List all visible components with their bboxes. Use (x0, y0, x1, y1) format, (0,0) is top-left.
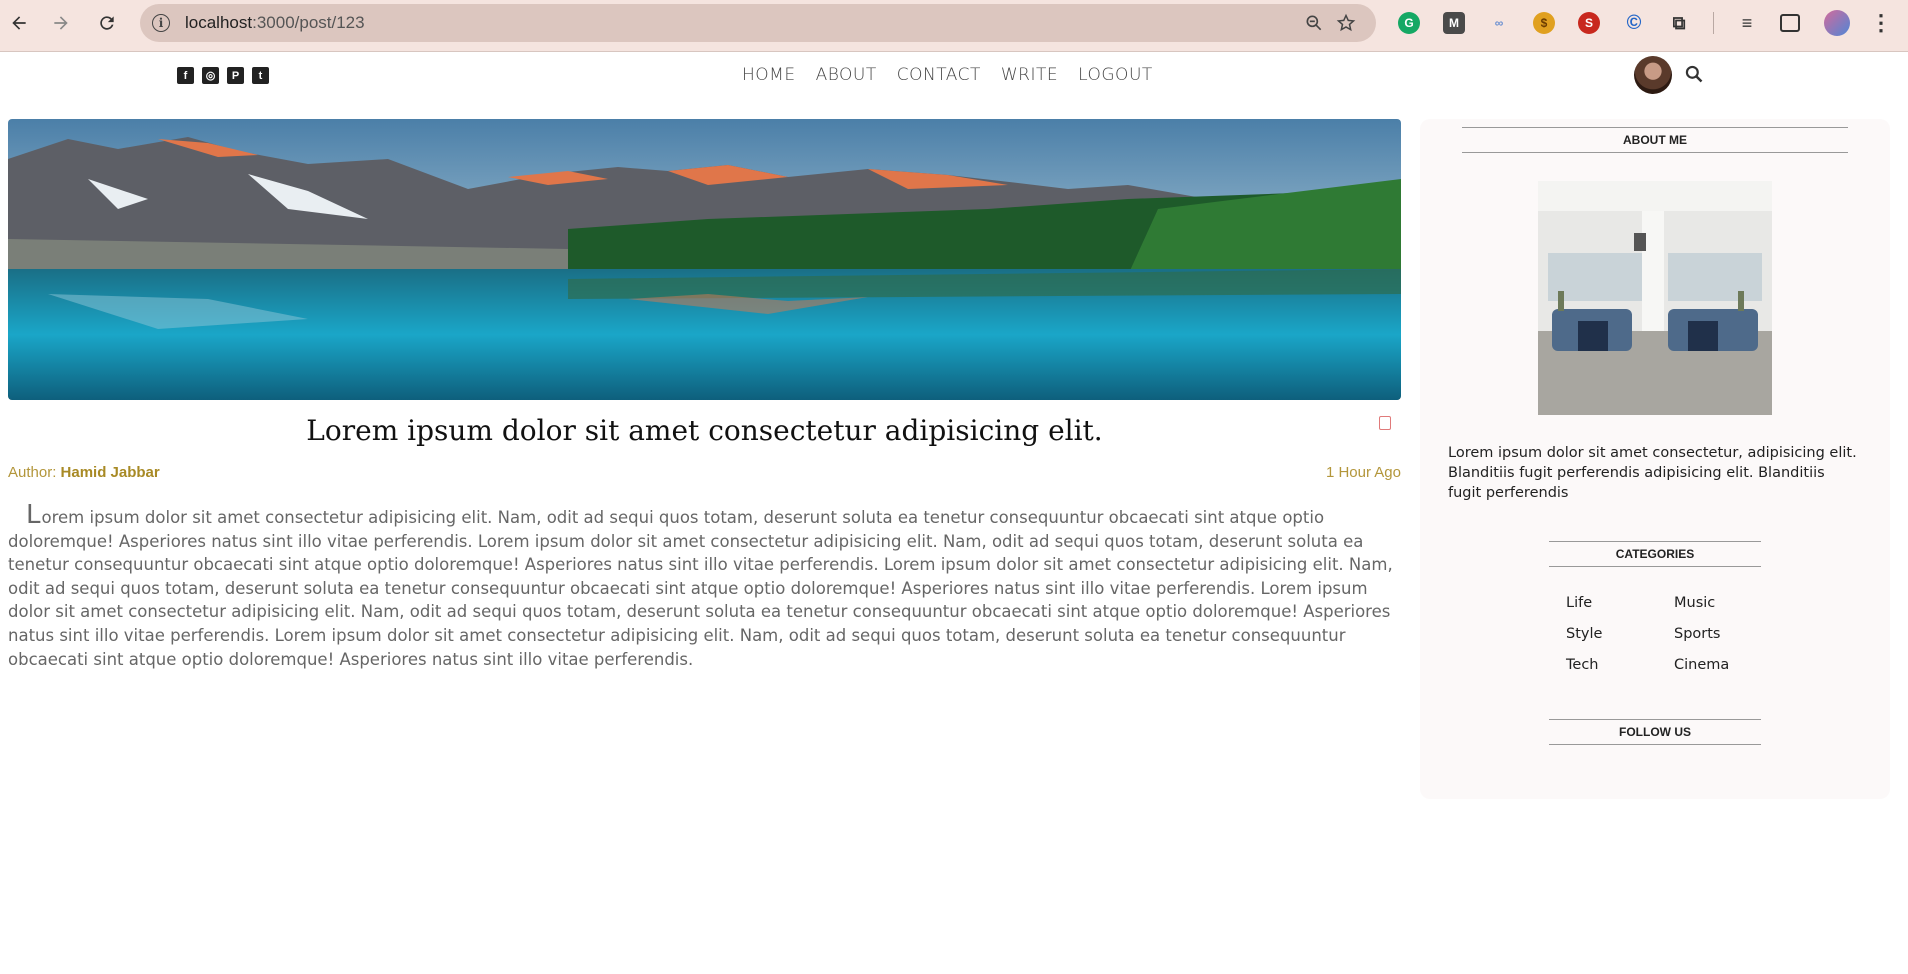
category-style[interactable]: Style (1566, 626, 1674, 642)
pinterest-icon[interactable]: P (227, 67, 244, 84)
about-me-text: Lorem ipsum dolor sit amet consectetur, … (1448, 445, 1857, 501)
social-links: f ◎ P t (177, 67, 269, 84)
seo-badge-icon[interactable]: $ (1533, 12, 1555, 34)
toolbar-divider (1713, 12, 1714, 34)
m-icon[interactable]: M (1443, 12, 1465, 34)
category-tech[interactable]: Tech (1566, 657, 1674, 673)
reload-icon[interactable] (94, 10, 120, 36)
zoom-icon[interactable] (1304, 13, 1324, 33)
about-me-image (1538, 181, 1772, 415)
menu-contact[interactable]: CONTACT (897, 65, 981, 85)
link-icon[interactable]: ∞ (1488, 12, 1510, 34)
about-me-title: ABOUT ME (1462, 127, 1848, 153)
browser-toolbar: i localhost:3000/post/123 G M ∞ $ S © ⧉ … (0, 0, 1908, 52)
category-cinema[interactable]: Cinema (1674, 657, 1766, 673)
side-panel-icon[interactable] (1780, 14, 1800, 32)
back-icon[interactable] (6, 10, 32, 36)
facebook-icon[interactable]: f (177, 67, 194, 84)
puzzle-icon[interactable]: ⧉ (1668, 12, 1690, 34)
follow-us-title: FOLLOW US (1549, 719, 1761, 745)
user-avatar[interactable] (1634, 56, 1672, 94)
search-icon[interactable] (1684, 64, 1704, 84)
seo-icon[interactable]: S (1578, 12, 1600, 34)
sidebar: ABOUT ME Lorem ipsum dolor sit amet cons… (1420, 119, 1890, 799)
grammarly-icon[interactable]: G (1398, 12, 1420, 34)
category-sports[interactable]: Sports (1674, 626, 1766, 642)
category-life[interactable]: Life (1566, 595, 1674, 611)
forward-icon[interactable] (48, 10, 74, 36)
drop-cap: L (26, 500, 41, 530)
bookmark-star-icon[interactable] (1336, 13, 1356, 33)
category-list: Life Music Style Sports Tech Cinema (1566, 595, 1766, 673)
post-author: Author: Hamid Jabbar (8, 464, 160, 481)
site-info-icon[interactable]: i (152, 14, 170, 32)
site-header: f ◎ P t HOME ABOUT CONTACT WRITE LOGOUT (0, 52, 1908, 110)
url-text[interactable]: localhost:3000/post/123 (185, 13, 365, 33)
more-options-icon[interactable]: ⋮ (1870, 10, 1892, 35)
categories-title: CATEGORIES (1549, 541, 1761, 567)
post-title: Lorem ipsum dolor sit amet consectetur a… (306, 414, 1103, 447)
post-meta: Author: Hamid Jabbar 1 Hour Ago (8, 464, 1401, 486)
single-post: Lorem ipsum dolor sit amet consectetur a… (8, 119, 1401, 671)
author-link[interactable]: Hamid Jabbar (61, 464, 160, 481)
post-hero-image (8, 119, 1401, 400)
menu-about[interactable]: ABOUT (816, 65, 877, 85)
post-title-row: Lorem ipsum dolor sit amet consectetur a… (8, 400, 1401, 464)
main-menu: HOME ABOUT CONTACT WRITE LOGOUT (742, 65, 1153, 85)
post-time: 1 Hour Ago (1325, 464, 1401, 481)
post-body-text: orem ipsum dolor sit amet consectetur ad… (8, 508, 1393, 669)
copyright-icon[interactable]: © (1623, 12, 1645, 34)
twitter-icon[interactable]: t (252, 67, 269, 84)
menu-write[interactable]: WRITE (1001, 65, 1058, 85)
menu-logout[interactable]: LOGOUT (1078, 65, 1153, 85)
address-bar[interactable]: i localhost:3000/post/123 (140, 4, 1376, 42)
menu-home[interactable]: HOME (742, 65, 796, 85)
profile-avatar[interactable] (1824, 10, 1850, 36)
instagram-icon[interactable]: ◎ (202, 67, 219, 84)
category-music[interactable]: Music (1674, 595, 1766, 611)
author-label: Author: (8, 464, 61, 481)
edit-icon[interactable] (1379, 416, 1391, 430)
media-control-icon[interactable]: ≡ (1736, 12, 1758, 34)
post-body: Lorem ipsum dolor sit amet consectetur a… (8, 502, 1401, 671)
